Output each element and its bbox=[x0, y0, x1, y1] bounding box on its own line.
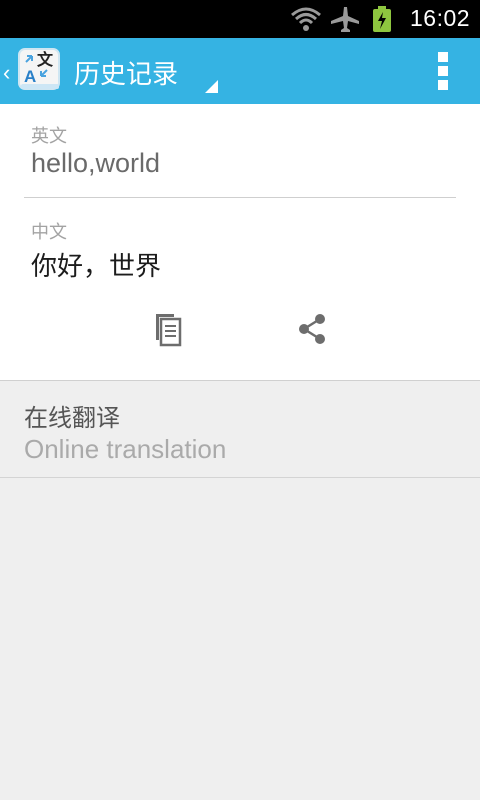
translate-app-icon[interactable]: 文 A bbox=[17, 46, 63, 92]
share-icon[interactable] bbox=[295, 312, 329, 346]
status-time: 16:02 bbox=[410, 5, 471, 31]
online-translation-subtitle: Online translation bbox=[24, 434, 227, 464]
divider bbox=[24, 197, 456, 198]
online-translation-title: 在线翻译 bbox=[24, 404, 120, 432]
wifi-icon bbox=[290, 6, 322, 36]
target-language-label: 中文 bbox=[31, 222, 67, 243]
status-bar: 16:02 bbox=[0, 0, 480, 38]
target-text: 你好，世界 bbox=[31, 252, 162, 282]
overflow-menu-icon[interactable] bbox=[436, 52, 450, 92]
airplane-icon bbox=[330, 6, 360, 36]
battery-charging-icon bbox=[372, 6, 392, 36]
online-translation-item[interactable]: 在线翻译 Online translation bbox=[0, 382, 480, 478]
back-icon[interactable]: ‹ bbox=[3, 60, 10, 86]
source-text: hello,world bbox=[31, 148, 161, 178]
source-language-label: 英文 bbox=[31, 126, 67, 147]
action-bar: ‹ 文 A 历史记录 bbox=[0, 38, 480, 104]
dropdown-indicator-icon[interactable] bbox=[205, 80, 218, 93]
history-entry-card: 英文 hello,world 中文 你好，世界 bbox=[0, 104, 480, 381]
copy-icon[interactable] bbox=[150, 310, 186, 348]
page-title[interactable]: 历史记录 bbox=[74, 54, 178, 91]
svg-text:A: A bbox=[24, 67, 36, 86]
svg-text:文: 文 bbox=[37, 50, 54, 69]
